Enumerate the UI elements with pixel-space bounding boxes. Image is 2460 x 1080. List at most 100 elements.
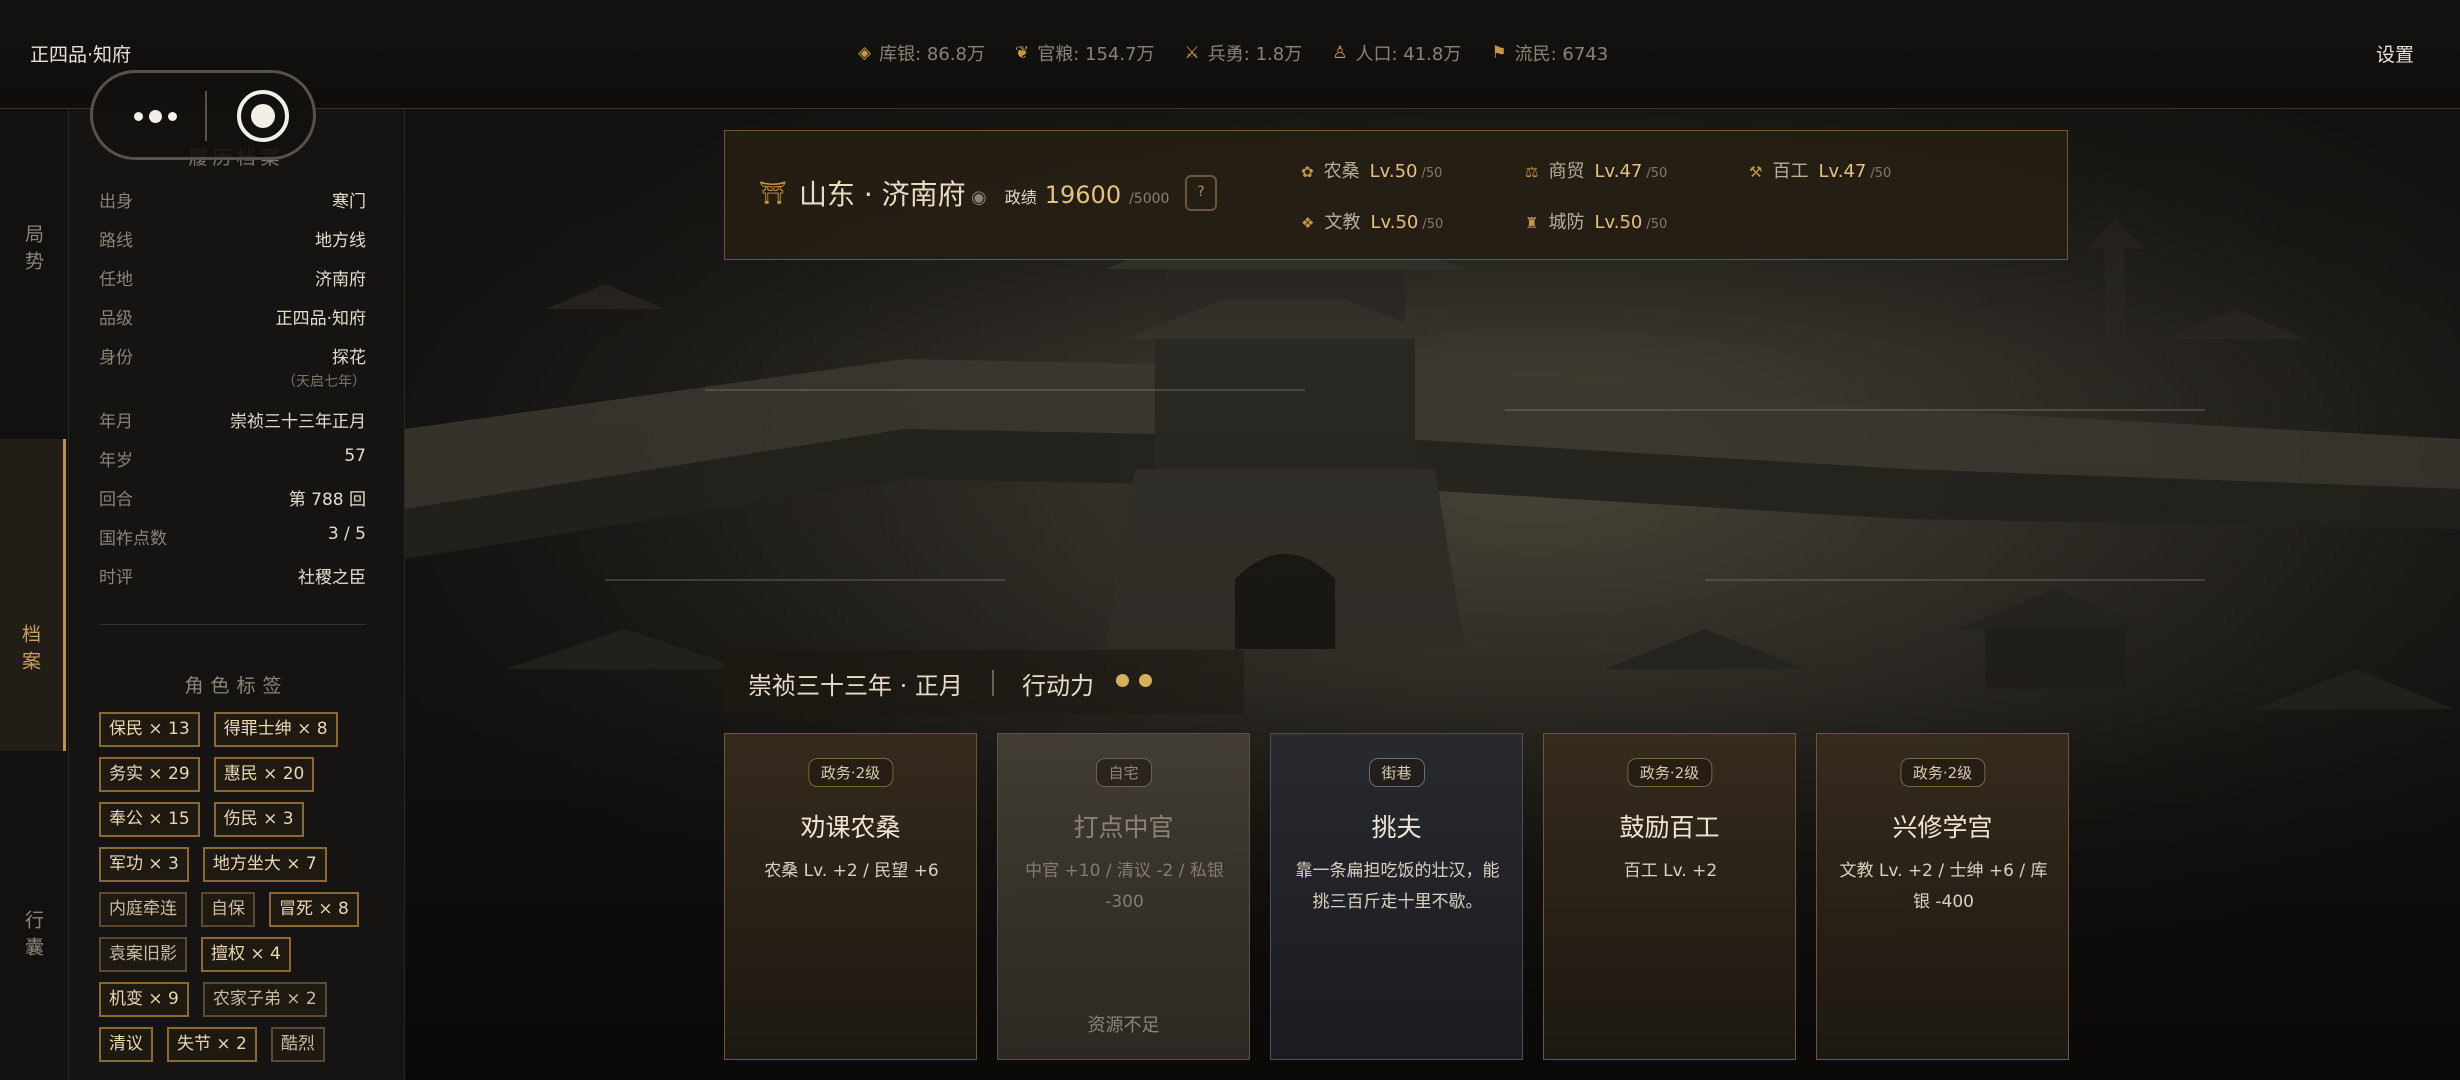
stat-level: Lv.47 — [1818, 161, 1867, 182]
row-label: 出身 — [99, 192, 133, 212]
character-tag[interactable]: 酷烈 — [270, 1027, 325, 1062]
resource-silver-text: 库银: 86.8万 — [879, 44, 985, 65]
action-points-label: 行动力 — [1022, 672, 1094, 700]
card-effect: 百工 Lv. +2 — [1623, 861, 1718, 881]
stat-trade: ⚖ 商贸 Lv.47/50 — [1525, 157, 1667, 183]
top-bar: 正四品·知府 ◈ 库银: 86.8万 ❦ 官粮: 154.7万 ⚔ 兵勇: 1.8万 … — [0, 0, 2460, 109]
row-label: 年岁 — [99, 451, 133, 471]
stat-label: 城防 — [1548, 212, 1585, 233]
stat-farming: ✿ 农桑 Lv.50/50 — [1301, 157, 1442, 183]
resource-bar: ◈ 库银: 86.8万 ❦ 官粮: 154.7万 ⚔ 兵勇: 1.8万 ♙ 人口: 41… — [858, 40, 1608, 66]
silver-icon: ◈ — [858, 43, 872, 63]
grain-icon: ❦ — [1014, 43, 1030, 63]
row-value: 3 / 5 — [327, 524, 366, 544]
turn-bar: 崇祯三十三年 · 正月 行动力 — [724, 650, 1244, 714]
card-effect: 中官 +10 / 清议 -2 / 私银 -300 — [1025, 861, 1224, 912]
row-value: 社稷之臣 — [298, 568, 366, 588]
resource-silver: ◈ 库银: 86.8万 — [858, 40, 985, 66]
character-tag[interactable]: 擅权 × 4 — [201, 937, 291, 972]
more-options-icon[interactable] — [125, 103, 185, 129]
character-tag[interactable]: 保民 × 13 — [99, 712, 200, 747]
help-button[interactable]: ? — [1185, 175, 1217, 211]
card-title: 打点中官 — [1073, 813, 1174, 842]
profile-row-reputation: 时评 社稷之臣 — [99, 563, 366, 588]
character-tag[interactable]: 地方坐大 × 7 — [202, 847, 327, 882]
profile-row-post: 任地 济南府 — [99, 265, 366, 290]
tags-title: 角色标签 — [184, 675, 289, 697]
stat-craft: ⚒ 百工 Lv.47/50 — [1749, 157, 1891, 183]
row-label: 任地 — [99, 270, 133, 290]
stat-level: Lv.50 — [1594, 212, 1643, 233]
row-label: 身份 — [99, 348, 133, 368]
action-card-crafts[interactable]: 政务·2级 鼓励百工 百工 Lv. +2 — [1543, 733, 1796, 1060]
character-tag[interactable]: 清议 — [99, 1027, 153, 1062]
nav-item-situation[interactable]: 局势 — [0, 201, 66, 301]
performance-value: 19600 — [1044, 181, 1122, 209]
rank-title: 正四品·知府 — [30, 44, 132, 66]
close-target-icon[interactable] — [237, 90, 289, 142]
character-tag[interactable]: 惠民 × 20 — [213, 757, 315, 792]
character-tag[interactable]: 机变 × 9 — [99, 982, 189, 1017]
row-label: 路线 — [99, 231, 133, 251]
resource-soldiers: ⚔ 兵勇: 1.8万 — [1185, 40, 1303, 66]
row-label: 时评 — [99, 568, 133, 588]
card-title: 劝课农桑 — [800, 813, 901, 842]
settings-button[interactable]: 设置 — [2376, 40, 2414, 67]
action-points — [1116, 674, 1152, 687]
city-name-text: 山东 · 济南府 — [798, 178, 966, 211]
card-badge: 政务·2级 — [807, 758, 894, 787]
row-label: 年月 — [99, 412, 133, 432]
row-value: 济南府 — [315, 270, 366, 290]
identity-year: （天启七年） — [282, 374, 366, 390]
card-badge: 街巷 — [1368, 758, 1425, 787]
stat-label: 农桑 — [1323, 161, 1360, 182]
resource-population: ♙ 人口: 41.8万 — [1332, 40, 1461, 66]
character-tag[interactable]: 农家子弟 × 2 — [202, 982, 327, 1017]
panel-divider — [99, 624, 366, 625]
trade-icon: ⚖ — [1525, 163, 1539, 181]
profile-panel: 履历档案 出身寒门 路线地方线 任地济南府 品级正四品·知府 身份探花 （天启七… — [69, 109, 405, 1080]
character-tag[interactable]: 伤民 × 3 — [213, 802, 304, 837]
stat-level: Lv.50 — [1370, 212, 1419, 233]
nav-item-archive[interactable]: 档案 — [0, 439, 66, 751]
row-value: 探花 — [332, 348, 366, 368]
performance-label: 政绩 — [1004, 188, 1037, 207]
row-value: 第 788 回 — [288, 490, 366, 510]
action-card-porter[interactable]: 街巷 挑夫 靠一条扁担吃饭的壮汉，能挑三百斤走十里不歇。 — [1270, 733, 1523, 1060]
stat-label: 文教 — [1324, 212, 1361, 233]
stat-max: /50 — [1870, 166, 1892, 181]
craft-icon: ⚒ — [1749, 163, 1763, 181]
side-nav: 局势 档案 行囊 — [0, 109, 69, 1080]
farming-icon: ✿ — [1301, 163, 1314, 181]
character-tag[interactable]: 失节 × 2 — [167, 1027, 257, 1062]
stat-defense: ♜ 城防 Lv.50/50 — [1525, 208, 1667, 234]
character-tag[interactable]: 内庭牵连 — [99, 892, 187, 927]
character-tag[interactable]: 冒死 × 8 — [269, 892, 359, 927]
stat-max: /50 — [1421, 166, 1443, 181]
action-card-academy[interactable]: 政务·2级 兴修学宫 文教 Lv. +2 / 士绅 +6 / 库银 -400 — [1816, 733, 2069, 1060]
resource-grain-text: 官粮: 154.7万 — [1037, 44, 1155, 65]
action-card-farming[interactable]: 政务·2级 劝课农桑 农桑 Lv. +2 / 民望 +6 — [724, 733, 977, 1060]
character-tag[interactable]: 袁案旧影 — [99, 937, 187, 972]
profile-row-turn: 回合 第 788 回 — [99, 485, 366, 510]
action-card-bribe[interactable]: 自宅 打点中官 中官 +10 / 清议 -2 / 私银 -300 资源不足 — [997, 733, 1250, 1060]
resource-soldiers-text: 兵勇: 1.8万 — [1207, 44, 1303, 65]
character-tag[interactable]: 军功 × 3 — [99, 847, 189, 882]
card-badge: 政务·2级 — [1626, 758, 1713, 787]
population-icon: ♙ — [1332, 43, 1348, 63]
card-effect: 文教 Lv. +2 / 士绅 +6 / 库银 -400 — [1839, 861, 2048, 912]
profile-row-fortune: 国祚点数 3 / 5 — [99, 524, 366, 549]
stat-max: /50 — [1646, 217, 1668, 232]
profile-row-origin: 出身 寒门 — [99, 187, 366, 212]
row-value: 正四品·知府 — [275, 309, 366, 329]
profile-row-rank: 品级 正四品·知府 — [99, 304, 366, 329]
row-label: 品级 — [99, 309, 133, 329]
profile-row-date: 年月 崇祯三十三年正月 — [99, 407, 366, 432]
character-tag[interactable]: 奉公 × 15 — [99, 802, 200, 837]
character-tag[interactable]: 自保 — [201, 892, 255, 927]
character-tag[interactable]: 务实 × 29 — [99, 757, 200, 792]
card-effect: 农桑 Lv. +2 / 民望 +6 — [764, 861, 939, 881]
stat-level: Lv.50 — [1369, 161, 1418, 182]
nav-item-inventory[interactable]: 行囊 — [0, 887, 66, 987]
character-tag[interactable]: 得罪士绅 × 8 — [213, 712, 338, 747]
